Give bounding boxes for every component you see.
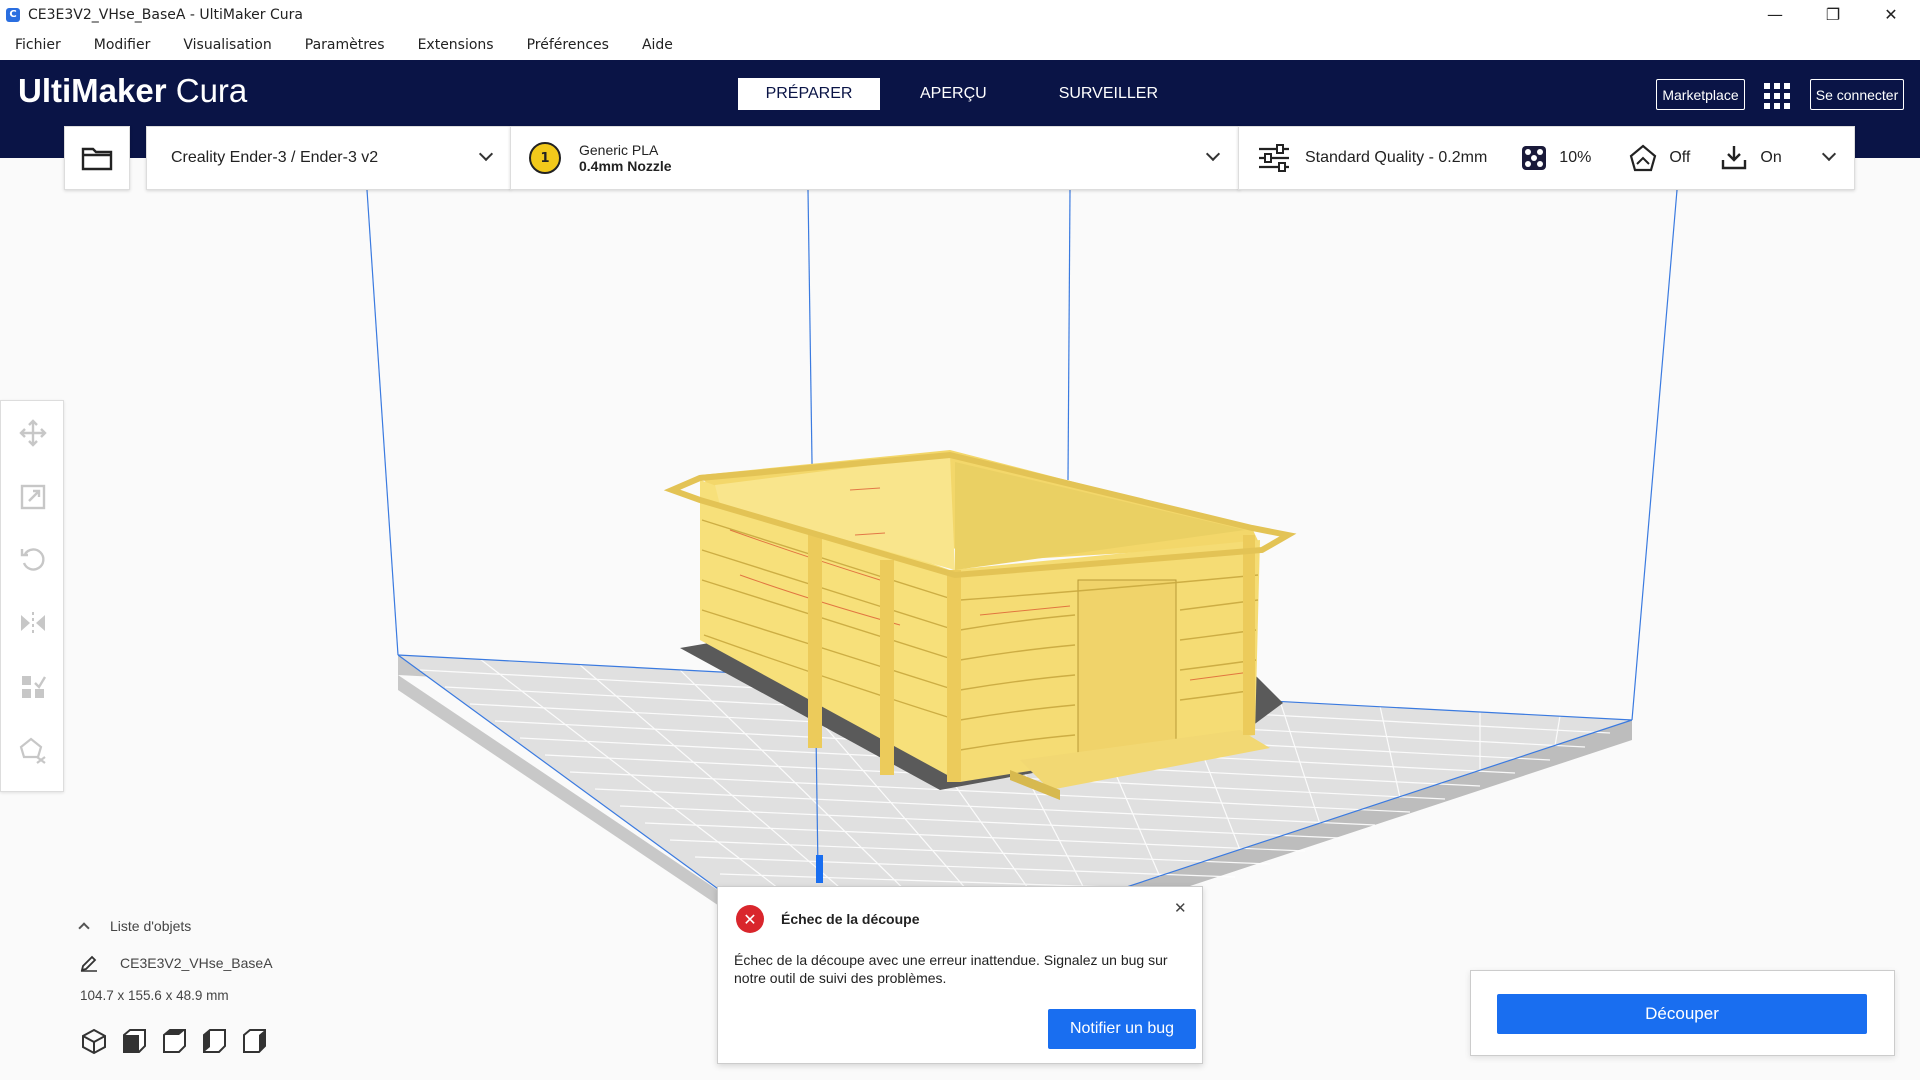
- move-tool-icon[interactable]: [17, 417, 49, 449]
- quality-profile: Standard Quality - 0.2mm: [1305, 149, 1488, 166]
- slicing-error-message: ✕ Échec de la découpe ✕ Échec de la déco…: [717, 886, 1203, 1064]
- object-dimensions: 104.7 x 155.6 x 48.9 mm: [80, 988, 229, 1003]
- stage-tabs: PRÉPARER APERÇU SURVEILLER: [738, 78, 1198, 110]
- printer-name: Creality Ender-3 / Ender-3 v2: [171, 149, 379, 166]
- restore-button[interactable]: ❐: [1804, 0, 1862, 29]
- infill-icon: [1522, 146, 1547, 170]
- pencil-icon: [80, 955, 97, 972]
- report-bug-button[interactable]: Notifier un bug: [1048, 1009, 1196, 1049]
- tab-preview[interactable]: APERÇU: [888, 78, 1019, 110]
- adhesion-value: On: [1760, 149, 1782, 166]
- close-window-button[interactable]: ✕: [1862, 0, 1920, 29]
- open-file-button[interactable]: [64, 126, 130, 190]
- quality-sliders-icon: [1259, 144, 1289, 172]
- chevron-down-icon: [1205, 146, 1221, 162]
- front-view-icon[interactable]: [120, 1027, 148, 1055]
- login-button[interactable]: Se connecter: [1810, 79, 1904, 110]
- left-view-icon[interactable]: [200, 1027, 228, 1055]
- per-model-settings-icon[interactable]: [17, 671, 49, 703]
- ultimaker-cura-logo: UltiMaker Cura: [18, 72, 247, 110]
- tab-monitor[interactable]: SURVEILLER: [1027, 78, 1190, 110]
- menu-settings[interactable]: Paramètres: [305, 37, 385, 53]
- folder-icon: [81, 147, 113, 171]
- scale-tool-icon[interactable]: [17, 481, 49, 513]
- menu-extensions[interactable]: Extensions: [418, 37, 494, 53]
- object-name-row[interactable]: CE3E3V2_VHse_BaseA: [80, 954, 360, 972]
- chevron-down-icon: [1821, 146, 1837, 162]
- origin-axis-indicator: [816, 855, 823, 883]
- minimize-button[interactable]: —: [1746, 0, 1804, 29]
- toast-title: Échec de la découpe: [781, 911, 920, 927]
- right-view-icon[interactable]: [240, 1027, 268, 1055]
- menu-bar: Fichier Modifier Visualisation Paramètre…: [0, 29, 1920, 60]
- extruder-1-icon: 1: [529, 142, 561, 174]
- model-door: [1077, 579, 1177, 756]
- chevron-down-icon: [478, 146, 494, 162]
- error-icon: ✕: [736, 905, 764, 933]
- nozzle-size: 0.4mm Nozzle: [579, 158, 672, 174]
- top-view-icon[interactable]: [160, 1027, 188, 1055]
- support-blocker-icon[interactable]: [17, 735, 49, 767]
- menu-file[interactable]: Fichier: [15, 37, 61, 53]
- marketplace-button[interactable]: Marketplace: [1656, 79, 1745, 110]
- object-list-panel: Liste d'objets CE3E3V2_VHse_BaseA 104.7 …: [78, 918, 360, 1055]
- rotate-tool-icon[interactable]: [17, 543, 49, 575]
- applications-grid-icon[interactable]: [1764, 83, 1790, 109]
- window-title: CE3E3V2_VHse_BaseA - UltiMaker Cura: [28, 6, 303, 23]
- transform-tools-panel: [0, 400, 64, 792]
- print-settings-selector[interactable]: Standard Quality - 0.2mm 10% Off On: [1238, 126, 1855, 190]
- menu-help[interactable]: Aide: [642, 37, 673, 53]
- cura-app-icon: C: [6, 7, 20, 22]
- toast-close-icon[interactable]: ✕: [1174, 899, 1187, 917]
- infill-value: 10%: [1559, 149, 1592, 166]
- mirror-tool-icon[interactable]: [17, 607, 49, 639]
- object-list-header[interactable]: Liste d'objets: [78, 918, 360, 934]
- slice-panel: Découper: [1470, 970, 1895, 1056]
- logo-bold-text: UltiMaker: [18, 72, 167, 109]
- camera-view-buttons: [80, 1027, 360, 1055]
- material-name: Generic PLA: [579, 142, 659, 158]
- toast-message: Échec de la découpe avec une erreur inat…: [734, 952, 1168, 986]
- support-value: Off: [1669, 149, 1691, 166]
- adhesion-icon: [1722, 146, 1747, 170]
- support-icon: [1630, 144, 1657, 172]
- 3d-view-icon[interactable]: [80, 1027, 108, 1055]
- printer-selector[interactable]: Creality Ender-3 / Ender-3 v2: [146, 126, 511, 190]
- chevron-up-icon: [78, 922, 90, 934]
- object-list-title: Liste d'objets: [110, 918, 192, 934]
- menu-edit[interactable]: Modifier: [94, 37, 151, 53]
- window-titlebar: C CE3E3V2_VHse_BaseA - UltiMaker Cura — …: [0, 0, 1920, 29]
- material-selector[interactable]: 1 Generic PLA 0.4mm Nozzle: [510, 126, 1240, 190]
- menu-preferences[interactable]: Préférences: [527, 37, 609, 53]
- tab-prepare[interactable]: PRÉPARER: [738, 78, 880, 110]
- menu-view[interactable]: Visualisation: [183, 37, 271, 53]
- object-name: CE3E3V2_VHse_BaseA: [120, 955, 273, 971]
- slice-button[interactable]: Découper: [1497, 994, 1867, 1034]
- logo-light-text: Cura: [175, 72, 248, 109]
